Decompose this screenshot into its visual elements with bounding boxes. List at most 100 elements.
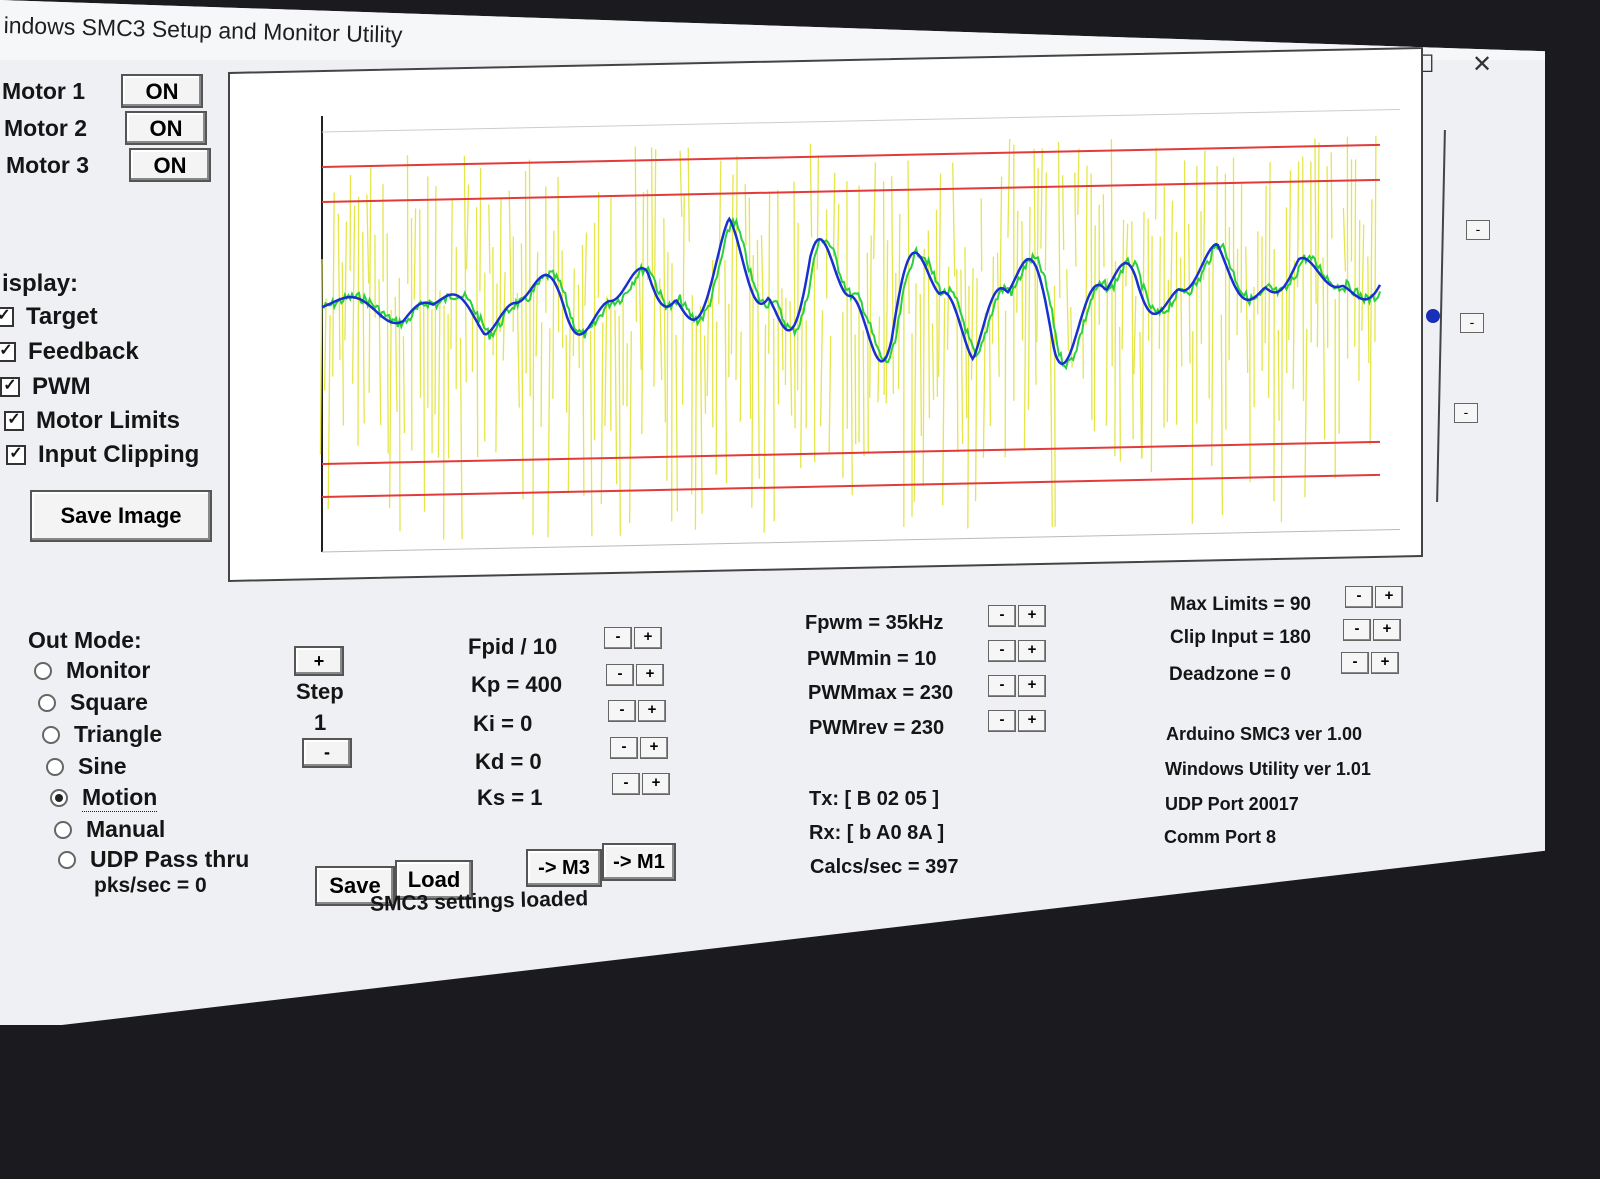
decrement-kp-button[interactable]: - xyxy=(606,664,634,686)
increment-ks-button[interactable]: + xyxy=(642,773,670,795)
pwm-spike xyxy=(1125,223,1129,287)
pwm-spike xyxy=(748,197,752,419)
decrement-kd-button[interactable]: - xyxy=(610,737,638,759)
pwm-spike xyxy=(1021,221,1024,341)
pwm-spike xyxy=(434,186,437,415)
display-pwm-checkbox[interactable]: ✓ PWM xyxy=(0,373,91,401)
increment-pwm-max-button[interactable]: + xyxy=(1018,675,1046,697)
out-mode-udp-pass-thru-radio[interactable]: UDP Pass thru xyxy=(58,846,249,873)
fpwm-stepper[interactable]: - + xyxy=(988,605,1046,627)
increment-clip-input-button[interactable]: + xyxy=(1373,619,1401,641)
checkmark-icon: ✓ xyxy=(4,411,24,431)
pwm-spike xyxy=(931,323,935,400)
decrement-pwm-max-button[interactable]: - xyxy=(988,675,1016,697)
scroll-button-1[interactable]: - xyxy=(1466,220,1490,240)
pwm-spike xyxy=(323,298,327,391)
decrement-ks-button[interactable]: - xyxy=(612,773,640,795)
close-button[interactable]: ✕ xyxy=(1472,50,1492,79)
increment-deadzone-button[interactable]: + xyxy=(1371,652,1399,674)
pwm-spike xyxy=(641,192,645,434)
step-increase-button[interactable]: + xyxy=(294,646,344,676)
decrement-pwm-min-button[interactable]: - xyxy=(988,640,1016,662)
pwm-max-stepper[interactable]: - + xyxy=(988,675,1046,697)
scroll-button-3[interactable]: - xyxy=(1454,403,1478,423)
out-mode-manual-radio[interactable]: Manual xyxy=(54,816,165,843)
pwm-spike xyxy=(675,334,679,512)
decrement-fpwm-button[interactable]: - xyxy=(988,605,1016,627)
copy-to-m1-button[interactable]: -> M1 xyxy=(602,843,676,881)
motor-1-toggle-button[interactable]: ON xyxy=(121,74,203,108)
save-image-button[interactable]: Save Image xyxy=(30,490,212,542)
increment-kd-button[interactable]: + xyxy=(640,737,668,759)
status-message: SMC3 settings loaded xyxy=(369,887,589,916)
display-motor-limits-checkbox[interactable]: ✓ Motor Limits xyxy=(4,407,180,435)
increment-fpwm-button[interactable]: + xyxy=(1018,605,1046,627)
pwm-spike xyxy=(1358,219,1361,381)
step-value: 1 xyxy=(314,710,327,735)
vertical-slider-thumb[interactable] xyxy=(1426,308,1440,323)
pwm-spike xyxy=(479,167,482,292)
pwm-spike xyxy=(1141,211,1145,459)
ki-stepper[interactable]: - + xyxy=(608,700,666,722)
pwm-rev-stepper[interactable]: - + xyxy=(988,710,1046,732)
increment-pwm-min-button[interactable]: + xyxy=(1018,640,1046,662)
pwm-spike xyxy=(703,335,707,414)
pwm-spike xyxy=(715,321,718,475)
fpid-stepper[interactable]: - + xyxy=(604,627,662,649)
increment-kp-button[interactable]: + xyxy=(636,664,664,686)
display-input-clipping-checkbox[interactable]: ✓ Input Clipping xyxy=(6,441,199,469)
motor-3-toggle-button[interactable]: ON xyxy=(129,148,211,182)
out-mode-triangle-radio[interactable]: Triangle xyxy=(42,721,162,748)
display-feedback-checkbox[interactable]: ✓ Feedback xyxy=(0,338,139,366)
pwm-spike xyxy=(337,213,341,360)
checkmark-icon: ✓ xyxy=(6,445,26,465)
increment-max-limits-button[interactable]: + xyxy=(1375,586,1403,608)
step-decrease-button[interactable]: - xyxy=(302,738,352,768)
kd-stepper[interactable]: - + xyxy=(610,737,668,759)
copy-to-m3-button[interactable]: -> M3 xyxy=(526,849,602,887)
tx-readout: Tx: [ B 02 05 ] xyxy=(809,788,940,810)
motor-2-toggle-button[interactable]: ON xyxy=(125,111,207,145)
motor-2-label: Motor 2 xyxy=(4,115,88,141)
pwm-spike xyxy=(1326,166,1329,348)
decrement-max-limits-button[interactable]: - xyxy=(1345,586,1373,608)
increment-fpid-button[interactable]: + xyxy=(634,627,662,649)
pwm-spike xyxy=(1277,329,1280,421)
scroll-button-2[interactable]: - xyxy=(1460,313,1484,333)
out-mode-monitor-radio[interactable]: Monitor xyxy=(34,657,150,684)
increment-pwm-rev-button[interactable]: + xyxy=(1018,710,1046,732)
decrement-clip-input-button[interactable]: - xyxy=(1343,619,1371,641)
plot-canvas xyxy=(319,108,1400,553)
clip-input-stepper[interactable]: - + xyxy=(1343,619,1401,641)
kp-stepper[interactable]: - + xyxy=(606,664,664,686)
clip-input-label: Clip Input = 180 xyxy=(1170,627,1311,648)
deadzone-stepper[interactable]: - + xyxy=(1341,652,1399,674)
pwm-spike xyxy=(1374,135,1377,342)
pwm-spike xyxy=(378,279,382,426)
pwm-spike xyxy=(974,277,978,502)
out-mode-square-radio[interactable]: Square xyxy=(38,689,148,716)
pwm-spike xyxy=(650,147,654,276)
out-mode-sine-radio[interactable]: Sine xyxy=(46,753,127,780)
decrement-ki-button[interactable]: - xyxy=(608,700,636,722)
pwm-spike xyxy=(1147,218,1150,341)
pwm-spike xyxy=(891,176,895,394)
max-limits-stepper[interactable]: - + xyxy=(1345,586,1403,608)
pwm-spike xyxy=(942,298,946,506)
out-mode-motion-radio[interactable]: Motion xyxy=(50,784,158,812)
ks-stepper[interactable]: - + xyxy=(612,773,670,795)
decrement-fpid-button[interactable]: - xyxy=(604,627,632,649)
decrement-pwm-rev-button[interactable]: - xyxy=(988,710,1016,732)
increment-ki-button[interactable]: + xyxy=(638,700,666,722)
pwm-min-stepper[interactable]: - + xyxy=(988,640,1046,662)
decrement-deadzone-button[interactable]: - xyxy=(1341,652,1369,674)
pwm-spike xyxy=(850,294,853,496)
pwm-spike xyxy=(1330,152,1333,239)
pwm-spike xyxy=(1040,148,1043,249)
pwm-spike xyxy=(1118,326,1122,462)
pwm-spike xyxy=(919,293,923,437)
pwm-spike xyxy=(618,315,621,536)
pwm-spike xyxy=(388,309,392,509)
pwm-spike xyxy=(999,176,1003,293)
display-target-checkbox[interactable]: ✓ Target xyxy=(0,303,98,331)
